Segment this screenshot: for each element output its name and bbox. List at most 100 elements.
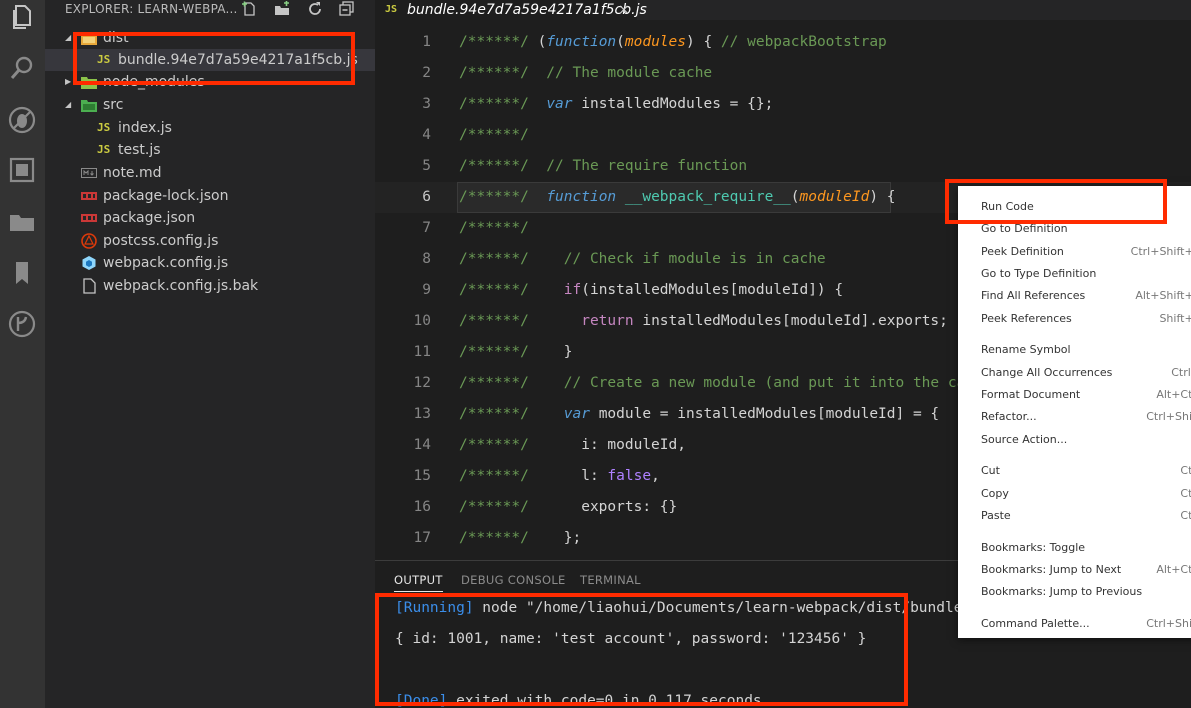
- js-file-icon: JS: [385, 4, 398, 15]
- menu-item-refactor[interactable]: Refactor... Ctrl+Shift: [958, 406, 1191, 428]
- tree-label: postcss.config.js: [103, 233, 219, 249]
- menu-item-source-action[interactable]: Source Action...: [958, 429, 1191, 451]
- menu-item-cut[interactable]: Cut Ctrl: [958, 460, 1191, 482]
- new-file-icon[interactable]: [241, 1, 257, 17]
- code-line[interactable]: 3 /******/ var installedModules = {};: [375, 89, 1191, 120]
- git-icon[interactable]: [6, 308, 38, 340]
- code-text: /******/ // Check if module is in cache: [459, 251, 826, 267]
- context-menu: Run CodeGo to DefinitionFPeek Definition…: [958, 186, 1191, 638]
- tree-file-index-js[interactable]: JS index.js: [45, 117, 375, 139]
- tree-label: src: [103, 97, 124, 113]
- tab-terminal[interactable]: TERMINAL: [580, 573, 641, 587]
- menu-item-find-all-references[interactable]: Find All References Alt+Shift+F: [958, 285, 1191, 307]
- tree-label: package.json: [103, 210, 196, 226]
- menu-item-label: Copy: [981, 486, 1009, 500]
- line-number: 17: [413, 530, 431, 546]
- tab-output[interactable]: OUTPUT: [394, 573, 443, 592]
- new-folder-icon[interactable]: [274, 1, 290, 17]
- menu-item-change-all-occurrences[interactable]: Change All Occurrences Ctrl+: [958, 362, 1191, 384]
- collapse-all-icon[interactable]: [339, 1, 355, 17]
- menu-item-peek-definition[interactable]: Peek Definition Ctrl+Shift+F: [958, 241, 1191, 263]
- files-icon[interactable]: [6, 2, 38, 34]
- tab-debug-console[interactable]: DEBUG CONSOLE: [461, 573, 566, 587]
- menu-item-label: Command Palette...: [981, 617, 1090, 631]
- code-text: /******/ return installedModules[moduleI…: [459, 313, 948, 329]
- line-number: 15: [413, 468, 431, 484]
- highlight-box-run-code: [945, 179, 1167, 224]
- activity-bar: [0, 0, 45, 708]
- menu-item-label: Paste: [981, 508, 1011, 522]
- tree-label: package-lock.json: [103, 188, 229, 204]
- menu-item-copy[interactable]: Copy Ctrl: [958, 483, 1191, 505]
- search-icon[interactable]: [6, 52, 38, 84]
- code-text: /******/ exports: {}: [459, 499, 678, 515]
- tree-file-webpack-config[interactable]: webpack.config.js: [45, 252, 375, 274]
- line-number: 6: [422, 189, 431, 205]
- menu-item-shortcut: Ctrl: [1180, 486, 1191, 500]
- code-line[interactable]: 1 /******/ (function(modules) { // webpac…: [375, 27, 1191, 58]
- menu-item-bookmarks-jump-to-previous[interactable]: Bookmarks: Jump to Previous: [958, 581, 1191, 603]
- code-text: /******/: [459, 220, 529, 236]
- code-line[interactable]: 2 /******/ // The module cache: [375, 58, 1191, 89]
- npm-file-icon: [81, 214, 97, 222]
- menu-item-shortcut: Ctrl: [1180, 464, 1191, 478]
- menu-item-shortcut: Ctrl+: [1171, 365, 1191, 379]
- highlight-box-bundle-file: [73, 32, 355, 85]
- line-number: 14: [413, 437, 431, 453]
- bookmark-icon[interactable]: [6, 257, 38, 289]
- menu-item-format-document[interactable]: Format Document Alt+Ctrl: [958, 384, 1191, 406]
- line-number: 13: [413, 406, 431, 422]
- tree-label: note.md: [103, 165, 162, 181]
- tree-file-test-js[interactable]: JS test.js: [45, 139, 375, 161]
- js-file-icon: JS: [97, 143, 111, 156]
- tree-label: webpack.config.js: [103, 255, 229, 271]
- menu-item-go-to-type-definition[interactable]: Go to Type Definition: [958, 263, 1191, 285]
- menu-item-rename-symbol[interactable]: Rename Symbol: [958, 339, 1191, 361]
- tree-label: test.js: [118, 142, 161, 158]
- menu-item-command-palette[interactable]: Command Palette... Ctrl+Shift: [958, 613, 1191, 635]
- line-number: 8: [422, 251, 431, 267]
- tree-file-package-json[interactable]: package.json: [45, 207, 375, 229]
- line-number: 16: [413, 499, 431, 515]
- tree-file-note-md[interactable]: note.md: [45, 162, 375, 184]
- menu-item-label: Bookmarks: Jump to Next: [981, 563, 1122, 576]
- menu-item-label: Rename Symbol: [981, 343, 1071, 357]
- tab-title: bundle.94e7d7a59e4217a1f5cb.js: [407, 2, 647, 18]
- menu-item-bookmarks-toggle[interactable]: Bookmarks: Toggle: [958, 537, 1191, 559]
- chevron-down-icon: ◢: [65, 100, 72, 109]
- menu-item-shortcut: Shift+F: [1159, 311, 1191, 325]
- menu-item-shortcut: Alt+Ctrl: [1156, 387, 1191, 401]
- tree-folder-src[interactable]: ◢ src: [45, 94, 375, 116]
- code-text: /******/ l: false,: [459, 468, 660, 484]
- extensions-icon[interactable]: [6, 154, 38, 186]
- code-text: /******/ }: [459, 344, 573, 360]
- debug-icon[interactable]: [6, 104, 38, 136]
- code-line[interactable]: 4 /******/: [375, 120, 1191, 151]
- line-number: 7: [422, 220, 431, 236]
- code-text: /******/ if(installedModules[moduleId]) …: [459, 282, 844, 298]
- menu-item-peek-references[interactable]: Peek References Shift+F: [958, 308, 1191, 330]
- npm-file-icon: [81, 192, 97, 200]
- code-text: /******/ };: [459, 530, 582, 546]
- refresh-icon[interactable]: [307, 1, 323, 17]
- tab-bundle[interactable]: JS bundle.94e7d7a59e4217a1f5cb.js ×: [375, 0, 647, 20]
- code-text: /******/ i: moduleId,: [459, 437, 686, 453]
- code-text: /******/ // The require function: [459, 158, 748, 174]
- menu-item-shortcut: Ctrl+Shift: [1146, 617, 1191, 631]
- tree-file-package-lock[interactable]: package-lock.json: [45, 185, 375, 207]
- line-number: 4: [422, 127, 431, 143]
- menu-item-paste[interactable]: Paste Ctrl: [958, 505, 1191, 527]
- line-number: 2: [422, 65, 431, 81]
- menu-item-bookmarks-jump-to-next[interactable]: Bookmarks: Jump to Next Alt+Ctrl: [958, 559, 1191, 581]
- line-number: 1: [422, 34, 431, 50]
- menu-item-shortcut: Ctrl+Shift: [1146, 410, 1191, 424]
- code-line[interactable]: 5 /******/ // The require function: [375, 151, 1191, 182]
- tree-file-webpack-bak[interactable]: webpack.config.js.bak: [45, 275, 375, 297]
- close-icon[interactable]: ×: [618, 0, 630, 20]
- markdown-file-icon: [81, 168, 97, 178]
- menu-item-label: Find All References: [981, 289, 1086, 303]
- menu-item-shortcut: Ctrl+Shift+F: [1130, 244, 1191, 258]
- tree-file-postcss-config[interactable]: postcss.config.js: [45, 230, 375, 252]
- menu-item-label: Go to Type Definition: [981, 266, 1097, 280]
- folder-icon[interactable]: [6, 206, 38, 238]
